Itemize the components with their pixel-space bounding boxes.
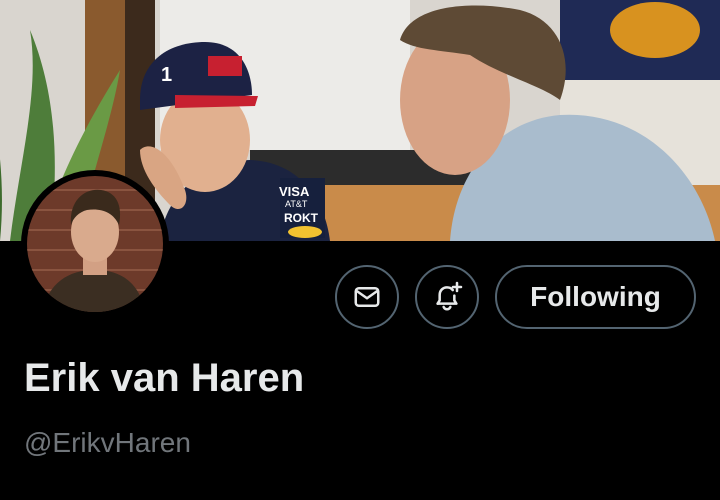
avatar-photo — [27, 176, 163, 312]
svg-text:AT&T: AT&T — [285, 199, 308, 209]
avatar[interactable] — [21, 170, 169, 318]
notifications-button[interactable] — [415, 265, 479, 329]
following-button[interactable]: Following — [495, 265, 696, 329]
message-button[interactable] — [335, 265, 399, 329]
profile-handle: @ErikvHaren — [24, 427, 191, 458]
svg-text:ROKT: ROKT — [284, 211, 319, 225]
envelope-icon — [354, 287, 380, 307]
profile-display-name: Erik van Haren — [24, 356, 305, 400]
svg-text:VISA: VISA — [279, 184, 310, 199]
bell-plus-icon — [436, 281, 463, 311]
svg-text:1: 1 — [161, 64, 172, 86]
following-button-label: Following — [530, 281, 661, 312]
